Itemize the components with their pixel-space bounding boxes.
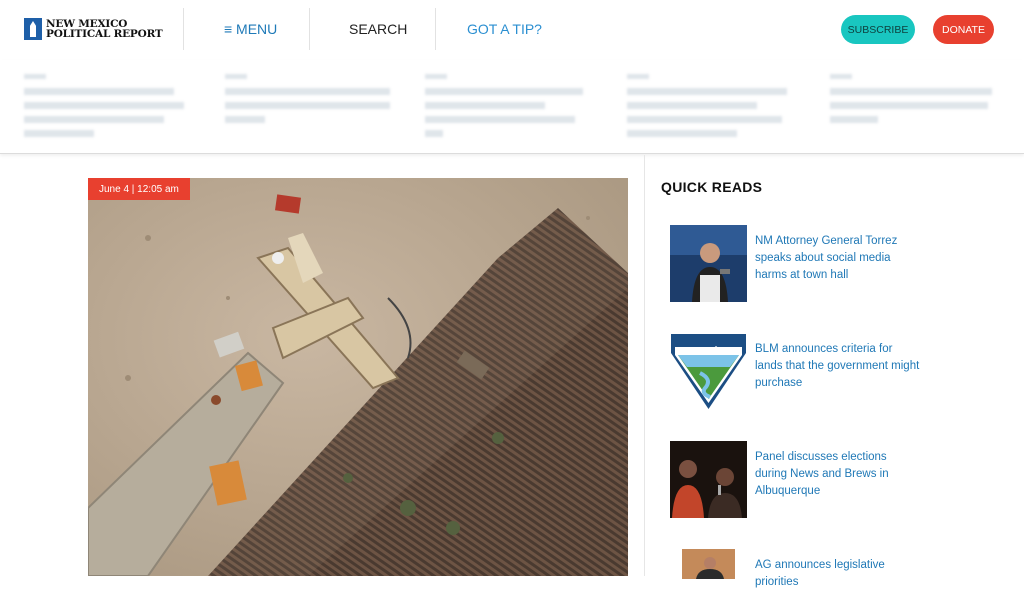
site-header: NEW MEXICO POLITICAL REPORT ≡ MENU SEARC…	[0, 0, 1024, 58]
subscribe-button[interactable]: SUBSCRIBE	[841, 15, 915, 44]
blurred-headline-placeholder	[425, 74, 583, 137]
speaker-photo-icon[interactable]	[670, 225, 747, 302]
sidebar-divider	[644, 155, 645, 576]
ticker-item[interactable]	[627, 72, 802, 146]
date-badge: June 4 | 12:05 am	[88, 178, 190, 200]
panel-photo-icon[interactable]	[670, 441, 747, 518]
blurred-headline-placeholder	[24, 74, 184, 137]
quick-read-headline[interactable]: BLM announces criteria for lands that th…	[755, 341, 920, 392]
menu-button[interactable]: ≡ MENU	[224, 21, 277, 37]
quick-reads-heading: QUICK READS	[661, 179, 763, 195]
quick-read-headline[interactable]: AG announces legislative priorities	[755, 557, 920, 591]
headline-ticker	[0, 60, 1024, 154]
podium-photo-icon[interactable]	[682, 549, 735, 579]
donate-button[interactable]: DONATE	[933, 15, 994, 44]
blm-shield-logo-icon[interactable]	[670, 333, 747, 410]
featured-story[interactable]: June 4 | 12:05 am	[88, 178, 628, 576]
nav-divider	[309, 8, 310, 50]
nav-divider	[183, 8, 184, 50]
quick-read-headline[interactable]: Panel discusses elections during News an…	[755, 449, 920, 500]
ticker-item[interactable]	[24, 72, 199, 146]
got-a-tip-link[interactable]: GOT A TIP?	[467, 21, 542, 37]
nav-divider	[435, 8, 436, 50]
logo-wordmark: NEW MEXICO POLITICAL REPORT	[46, 19, 163, 40]
site-logo[interactable]: NEW MEXICO POLITICAL REPORT	[24, 18, 163, 40]
quick-read-headline[interactable]: NM Attorney General Torrez speaks about …	[755, 233, 920, 284]
blurred-headline-placeholder	[225, 74, 390, 123]
ticker-item[interactable]	[425, 72, 600, 146]
logo-line-2: POLITICAL REPORT	[46, 28, 163, 40]
ticker-item[interactable]	[225, 72, 400, 146]
featured-story-image	[88, 178, 628, 576]
search-button[interactable]: SEARCH	[349, 21, 407, 37]
blurred-headline-placeholder	[627, 74, 787, 137]
blurred-headline-placeholder	[830, 74, 992, 123]
logo-icon	[24, 18, 42, 40]
ticker-item[interactable]	[830, 72, 1005, 146]
main-content: June 4 | 12:05 am QUICK READS NM Attorne…	[0, 155, 1024, 588]
